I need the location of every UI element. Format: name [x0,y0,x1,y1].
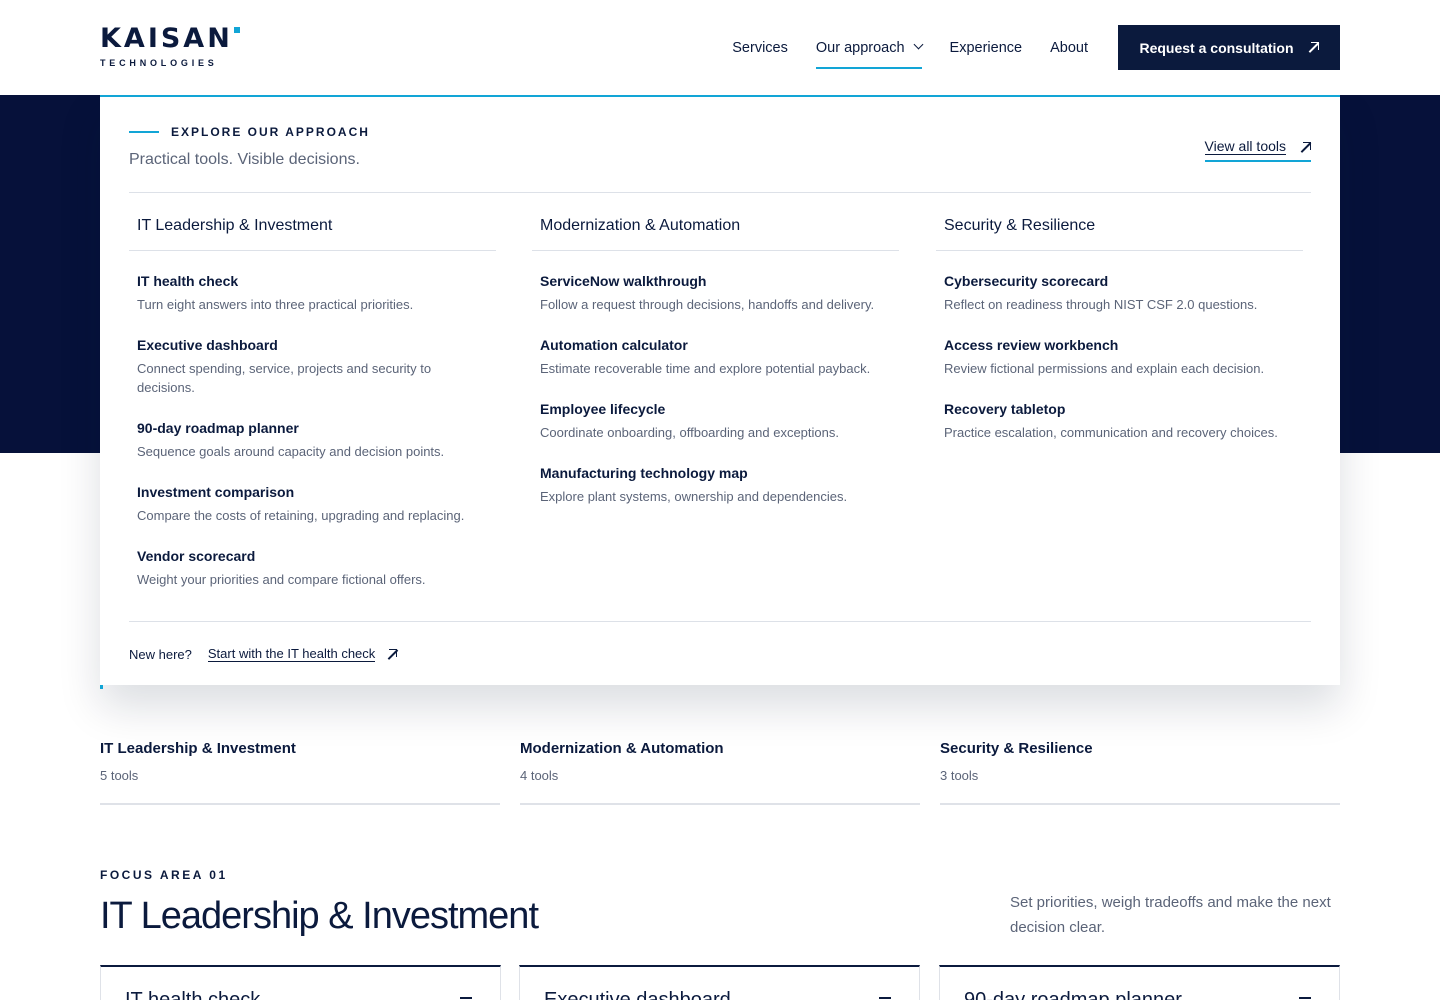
tool-description: Coordinate onboarding, offboarding and e… [540,425,839,440]
menu-column-modernization: Modernization & Automation ServiceNow wa… [532,208,899,506]
menu-tool-manufacturing-map[interactable]: Manufacturing technology map Explore plan… [532,464,899,506]
menu-tool-investment-comparison[interactable]: Investment comparison Compare the costs o… [129,483,496,525]
minus-icon [879,997,891,999]
nav-services[interactable]: Services [732,25,788,70]
menu-tool-employee-lifecycle[interactable]: Employee lifecycle Coordinate onboarding,… [532,400,899,442]
category-title: Security & Resilience [940,740,1093,757]
nav-services-label: Services [732,39,788,56]
tool-card-it-health-check[interactable]: IT health check [100,965,501,1000]
minus-icon [1299,997,1311,999]
tool-description: Follow a request through decisions, hand… [540,297,875,312]
nav-our-approach[interactable]: Our approach [815,25,923,70]
nav-our-approach-label: Our approach [815,39,905,56]
logo-wordmark: KAISAN [100,24,240,54]
focus-description: Set priorities, weigh tradeoffs and make… [1010,894,1331,936]
new-here-row: New here? Start with the IT health check [129,646,398,662]
card-title: 90-day roadmap planner [964,989,1182,1000]
minus-icon [460,997,472,999]
category-count: 3 tools [940,768,979,783]
nav-about-label: About [1050,39,1088,56]
menu-column-it-leadership: IT Leadership & Investment IT health che… [129,208,496,589]
divider [129,621,1311,622]
tool-description: Reflect on readiness through NIST CSF 2.… [944,297,1258,312]
menu-tool-access-review[interactable]: Access review workbench Review fictional … [936,336,1303,378]
tool-description: Weight your priorities and compare ficti… [137,572,426,587]
card-title: IT health check [125,989,261,1000]
request-consultation-button[interactable]: Request a consultation [1118,25,1340,70]
nav-experience-label: Experience [949,39,1023,56]
tool-description: Compare the costs of retaining, upgradin… [137,508,465,523]
arrow-up-right-icon [1308,42,1319,53]
menu-tool-it-health-check[interactable]: IT health check Turn eight answers into t… [129,272,496,314]
tool-description: Explore plant systems, ownership and dep… [540,489,848,504]
card-title: Executive dashboard [544,989,731,1000]
nav-experience[interactable]: Experience [950,25,1023,70]
tool-description: Practice escalation, communication and r… [944,425,1278,440]
cta-label: Request a consultation [1139,39,1294,56]
accent-corner [100,685,103,689]
tool-description: Sequence goals around capacity and decis… [137,444,445,459]
focus-eyebrow: FOCUS AREA 01 [100,868,228,882]
category-tab-security[interactable]: Security & Resilience 3 tools [940,737,1340,805]
divider [129,192,1311,193]
menu-column-security: Security & Resilience Cybersecurity scor… [936,208,1303,442]
tool-name: Vendor scorecard [137,548,256,564]
category-title: IT Leadership & Investment [100,740,296,757]
nav-about[interactable]: About [1050,25,1088,70]
category-title: Modernization & Automation [520,740,724,757]
tool-name: Automation calculator [540,337,688,353]
tool-card-executive-dashboard[interactable]: Executive dashboard [519,965,920,1000]
approach-mega-menu: EXPLORE OUR APPROACH Practical tools. Vi… [100,94,1340,685]
chevron-down-icon [913,39,923,50]
main-nav: Services Our approach Experience About R… [732,25,1340,70]
category-tab-modernization[interactable]: Modernization & Automation 4 tools [520,737,920,805]
column-heading: IT Leadership & Investment [129,208,496,251]
tool-name: ServiceNow walkthrough [540,273,707,289]
column-heading: Security & Resilience [936,208,1303,251]
logo-dot-icon [233,27,240,33]
tool-description: Estimate recoverable time and explore po… [540,361,871,376]
menu-tool-cybersecurity-scorecard[interactable]: Cybersecurity scorecard Reflect on readin… [936,272,1303,314]
menu-tool-roadmap-planner[interactable]: 90-day roadmap planner Sequence goals aro… [129,419,496,461]
view-all-tools-link[interactable]: View all tools [1204,138,1311,162]
tool-card-roadmap-planner[interactable]: 90-day roadmap planner [939,965,1340,1000]
tool-name: 90-day roadmap planner [137,420,299,436]
start-health-check-link[interactable]: Start with the IT health check [207,646,376,662]
tool-description: Connect spending, service, projects and … [137,361,432,395]
tool-name: Cybersecurity scorecard [944,273,1109,289]
menu-tool-executive-dashboard[interactable]: Executive dashboard Connect spending, ser… [129,336,496,397]
view-all-label: View all tools [1204,138,1286,155]
category-tab-it-leadership[interactable]: IT Leadership & Investment 5 tools [100,737,500,805]
tool-name: Executive dashboard [137,337,278,353]
accent-line [129,131,159,133]
logo[interactable]: KAISAN TECHNOLOGIES [100,24,240,68]
tool-description: Turn eight answers into three practical … [137,297,414,312]
menu-tool-servicenow-walkthrough[interactable]: ServiceNow walkthrough Follow a request t… [532,272,899,314]
mega-subtitle: Practical tools. Visible decisions. [129,151,360,168]
category-count: 5 tools [100,768,139,783]
mega-eyebrow: EXPLORE OUR APPROACH [129,125,370,139]
arrow-up-right-icon [387,649,398,659]
tool-name: Employee lifecycle [540,401,666,417]
logo-subtitle: TECHNOLOGIES [100,58,218,68]
tool-name: Investment comparison [137,484,295,500]
focus-title: IT Leadership & Investment [100,895,539,937]
site-header: KAISAN TECHNOLOGIES Services Our approac… [0,0,1440,95]
new-here-label: New here? [129,646,192,662]
tool-description: Review fictional permissions and explain… [944,361,1265,376]
tool-name: IT health check [137,273,239,289]
menu-tool-vendor-scorecard[interactable]: Vendor scorecard Weight your priorities a… [129,547,496,589]
tool-name: Recovery tabletop [944,401,1066,417]
menu-tool-automation-calculator[interactable]: Automation calculator Estimate recoverabl… [532,336,899,378]
menu-tool-recovery-tabletop[interactable]: Recovery tabletop Practice escalation, co… [936,400,1303,442]
column-heading: Modernization & Automation [532,208,899,251]
tool-name: Manufacturing technology map [540,465,748,481]
mega-eyebrow-text: EXPLORE OUR APPROACH [171,125,370,139]
tool-name: Access review workbench [944,337,1119,353]
arrow-up-right-icon [1300,141,1311,153]
category-count: 4 tools [520,768,559,783]
